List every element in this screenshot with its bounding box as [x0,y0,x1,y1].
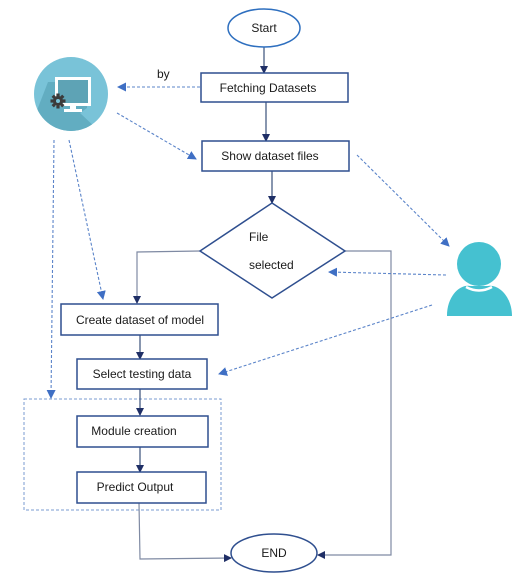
connector-predict-end [138,502,232,563]
module-creation-label: Module creation [91,424,176,438]
create-dataset-node: Create dataset of model [60,303,219,336]
dashed-arrow-system-to-group [46,139,56,399]
predict-output-node: Predict Output [76,471,207,504]
dashed-arrow-system-to-create [68,139,106,300]
decision-label-line2: selected [249,258,294,272]
select-testing-data-label: Select testing data [93,367,192,381]
connector-decision-end [317,250,392,559]
select-testing-data-node: Select testing data [76,358,208,390]
dashed-arrow-user-to-decision [328,267,447,277]
end-node: END [230,533,318,573]
computer-gear-icon [34,57,108,131]
show-dataset-files-node: Show dataset files [201,140,350,172]
label-by: by [157,67,170,81]
connector-decision-create [133,250,201,304]
fetch-datasets-label: Fetching Datasets [220,81,317,95]
create-dataset-label: Create dataset of model [76,313,204,327]
file-selected-decision: File selected [198,202,347,299]
dashed-arrow-user-to-select [218,304,433,376]
start-node: Start [227,8,301,48]
decision-label-line1: File [249,230,269,244]
start-label: Start [251,21,277,35]
module-creation-node: Module creation [76,415,209,448]
dashed-arrow-show-to-user [356,154,450,247]
flowchart: by Start Fetching Datasets Show dataset … [23,8,512,573]
end-label: END [261,546,287,560]
user-person-icon [447,242,512,316]
predict-output-label: Predict Output [97,480,174,494]
dashed-arrow-system-to-show [116,112,197,160]
fetch-datasets-node: Fetching Datasets [200,72,349,103]
show-dataset-files-label: Show dataset files [221,149,318,163]
